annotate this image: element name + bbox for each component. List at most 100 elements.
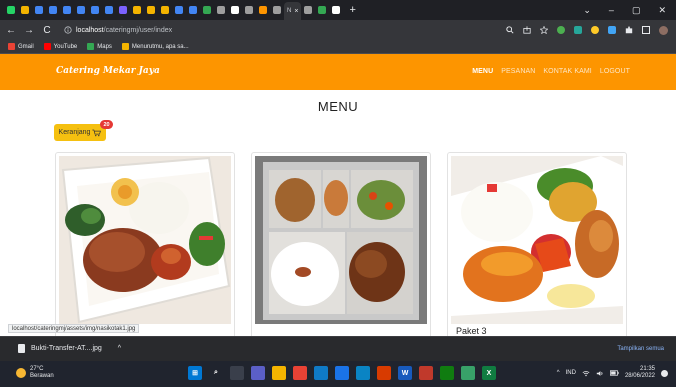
taskbar-app-icon[interactable] (272, 366, 286, 380)
download-item[interactable]: Bukti-Transfer-AT....jpg ^ (18, 344, 121, 353)
notification-icon[interactable] (661, 369, 668, 377)
tab-favicon-icon (7, 6, 15, 14)
menu-card[interactable] (251, 152, 431, 342)
weather-widget[interactable]: 27°C Berawan (16, 366, 54, 380)
browser-tab[interactable] (60, 2, 74, 18)
taskbar-app-icon[interactable] (293, 366, 307, 380)
browser-tab[interactable] (172, 2, 186, 18)
language-indicator[interactable]: IND (566, 370, 576, 376)
tab-favicon-icon (133, 6, 141, 14)
address-bar[interactable]: localhost/cateringmj/user/index (64, 23, 494, 37)
forward-button[interactable]: → (24, 25, 34, 36)
browser-tab[interactable] (144, 2, 158, 18)
nav-kontak-kami[interactable]: KONTAK KAMI (543, 68, 591, 75)
menu-card-caption: Paket 3 (456, 326, 487, 336)
browser-tab[interactable] (186, 2, 200, 18)
maximize-button[interactable]: ▢ (632, 5, 641, 16)
browser-tab[interactable] (18, 2, 32, 18)
extension-icon[interactable] (557, 26, 565, 34)
cart-label: Keranjang (58, 129, 91, 136)
taskbar-app-icon[interactable] (377, 366, 391, 380)
info-icon[interactable] (64, 26, 72, 34)
tab-favicon-icon (189, 6, 197, 14)
battery-icon[interactable] (609, 370, 619, 376)
puzzle-icon[interactable] (625, 26, 633, 34)
browser-tab[interactable] (32, 2, 46, 18)
volume-icon[interactable] (596, 370, 604, 377)
extension-icon[interactable] (591, 26, 599, 34)
taskbar-app-icon[interactable] (440, 366, 454, 380)
minimize-button[interactable]: – (609, 5, 614, 15)
menu-photo[interactable] (255, 156, 427, 324)
tab-search-icon[interactable]: ⌄ (583, 5, 591, 16)
taskbar-app-icon[interactable]: X (482, 366, 496, 380)
browser-tab[interactable] (200, 2, 214, 18)
zoom-icon[interactable] (506, 26, 514, 34)
site-nav: MENU PESANAN KONTAK KAMI LOGOUT (472, 68, 630, 75)
share-icon[interactable] (523, 26, 531, 34)
taskbar-app-icon[interactable] (356, 366, 370, 380)
taskbar-app-icon[interactable] (419, 366, 433, 380)
taskbar-app-icon[interactable] (461, 366, 475, 380)
browser-tab[interactable] (116, 2, 130, 18)
browser-tab[interactable] (88, 2, 102, 18)
menu-photo[interactable] (451, 156, 623, 324)
sidebar-icon[interactable] (642, 26, 650, 34)
reload-button[interactable]: C (42, 25, 52, 36)
bookmark-item[interactable]: YouTube (43, 43, 77, 50)
browser-tab[interactable] (214, 2, 228, 18)
menu-card[interactable] (55, 152, 235, 342)
taskbar-app-icon[interactable] (230, 366, 244, 380)
browser-tab[interactable] (46, 2, 60, 18)
close-window-button[interactable]: ✕ (658, 5, 666, 16)
nav-menu[interactable]: MENU (472, 68, 493, 75)
taskbar-app-icon[interactable]: ⌕ (209, 366, 223, 380)
chevron-up-icon[interactable]: ^ (557, 370, 560, 376)
browser-tab[interactable] (102, 2, 116, 18)
taskbar-app-icon[interactable] (335, 366, 349, 380)
browser-tab[interactable] (158, 2, 172, 18)
profile-avatar[interactable] (659, 25, 668, 35)
site-navbar: Catering Mekar Jaya MENU PESANAN KONTAK … (0, 54, 676, 90)
toolbar-icons (506, 20, 668, 40)
browser-tab[interactable] (228, 2, 242, 18)
wifi-icon[interactable] (582, 370, 590, 377)
browser-tab[interactable] (4, 2, 18, 18)
tab-favicon-icon (119, 6, 127, 14)
cart-icon (92, 129, 102, 136)
browser-tab[interactable] (130, 2, 144, 18)
browser-tab[interactable] (329, 2, 343, 18)
browser-tab[interactable] (74, 2, 88, 18)
menu-card[interactable]: Paket 3 (447, 152, 627, 342)
nav-logout[interactable]: LOGOUT (600, 68, 630, 75)
show-all-downloads[interactable]: Tampilkan semua (617, 346, 664, 352)
bookmark-item[interactable]: Menurutmu, apa sa... (121, 43, 189, 50)
active-browser-tab[interactable]: N × (284, 2, 302, 20)
bookmark-item[interactable]: Maps (87, 43, 112, 50)
close-tab-icon[interactable]: × (294, 8, 298, 15)
extension-icon[interactable] (608, 26, 616, 34)
taskbar-app-icon[interactable]: ⊞ (188, 366, 202, 380)
taskbar-app-icon[interactable] (251, 366, 265, 380)
browser-tab[interactable] (256, 2, 270, 18)
extension-icon[interactable] (574, 26, 582, 34)
back-button[interactable]: ← (6, 25, 16, 36)
menu-photo[interactable] (59, 156, 231, 324)
new-tab-button[interactable]: + (349, 4, 355, 16)
taskbar-clock[interactable]: 21:35 28/06/2022 (625, 366, 655, 380)
star-icon[interactable] (540, 26, 548, 34)
chevron-up-icon[interactable]: ^ (118, 345, 121, 352)
bookmark-item[interactable]: Gmail (8, 43, 34, 50)
windows-taskbar: 27°C Berawan ⊞ ⌕ W X ^ IND 21:35 28/06/2022 (0, 361, 676, 387)
browser-tab[interactable] (301, 2, 315, 18)
browser-tab[interactable] (315, 2, 329, 18)
browser-tab[interactable] (270, 2, 284, 18)
nav-pesanan[interactable]: PESANAN (501, 68, 535, 75)
site-brand[interactable]: Catering Mekar Jaya (56, 66, 160, 76)
taskbar-app-icon[interactable] (314, 366, 328, 380)
bookmark-favicon-icon (87, 43, 95, 50)
browser-tab[interactable] (242, 2, 256, 18)
cart-button[interactable]: Keranjang (54, 124, 106, 141)
taskbar-app-icon[interactable]: W (398, 366, 412, 380)
bookmark-favicon-icon (8, 43, 15, 50)
